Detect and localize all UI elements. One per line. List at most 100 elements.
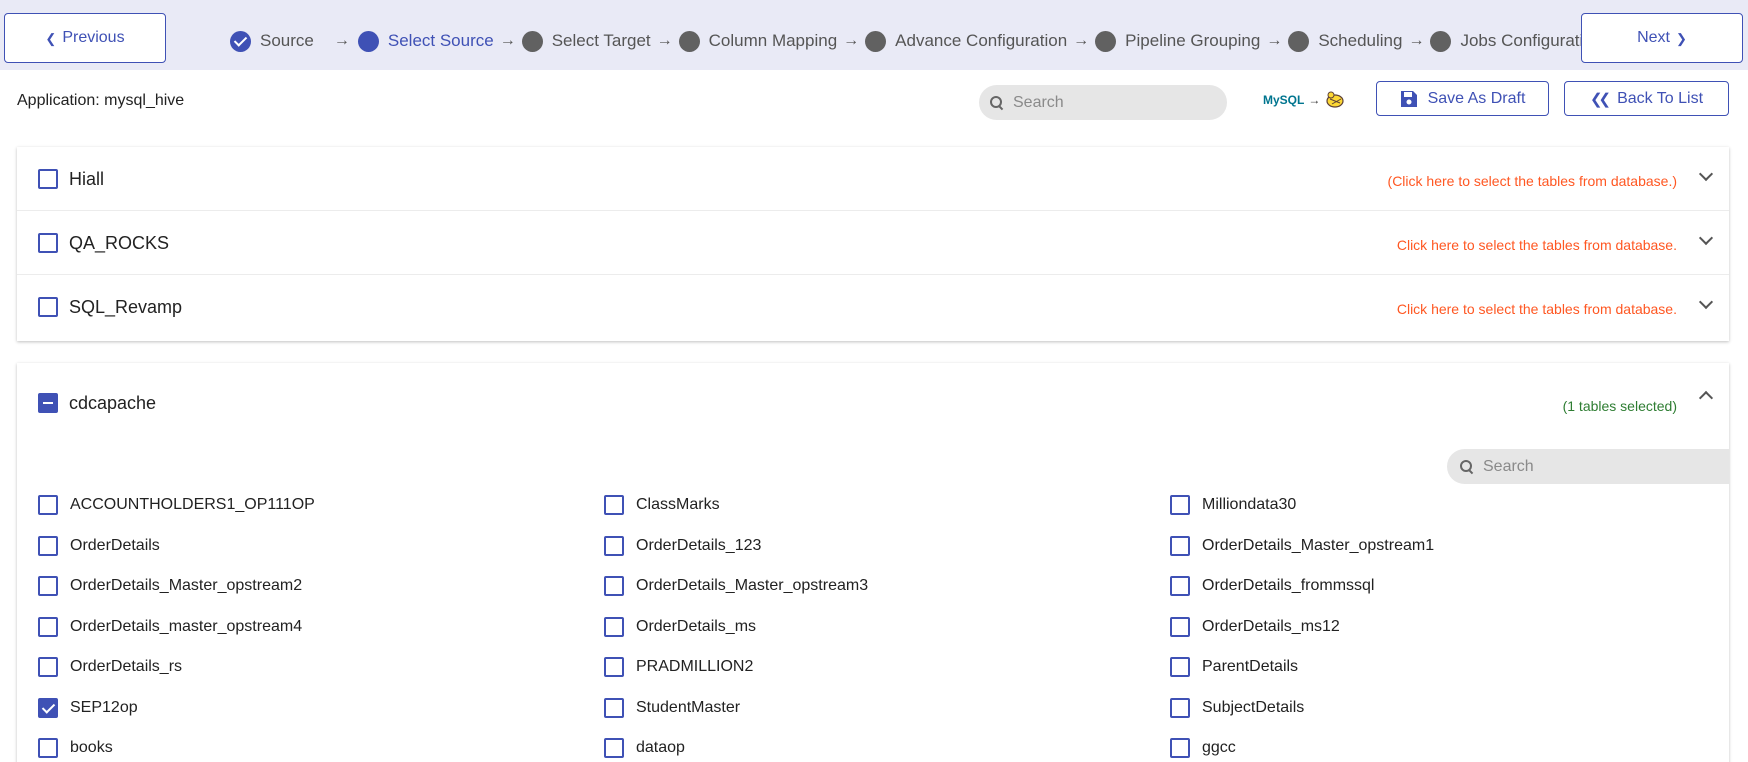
- select-tables-hint[interactable]: (Click here to select the tables from da…: [1388, 173, 1677, 189]
- table-name: PRADMILLION2: [636, 658, 754, 675]
- table-checkbox[interactable]: [1170, 576, 1190, 596]
- table-name: dataop: [636, 739, 685, 756]
- table-name: ACCOUNTHOLDERS1_OP111OP: [70, 496, 315, 513]
- search-icon: [1459, 459, 1475, 475]
- table-search-input[interactable]: [1483, 457, 1673, 476]
- double-chevron-left-icon: ❮❮: [1589, 90, 1611, 108]
- next-label: Next: [1637, 29, 1670, 46]
- step-label: Pipeline Grouping: [1125, 31, 1261, 50]
- previous-button[interactable]: ❮ Previous: [4, 13, 166, 63]
- database-panel-hiall[interactable]: Hiall (Click here to select the tables fr…: [17, 147, 1729, 211]
- select-tables-hint[interactable]: Click here to select the tables from dat…: [1397, 237, 1677, 253]
- step-label: Advance Configuration: [895, 31, 1068, 50]
- step-arrow-icon: →: [843, 32, 860, 49]
- step-dot-icon: [1095, 30, 1117, 52]
- step-select-target: Select Target: [521, 30, 651, 52]
- step-arrow-icon: →: [333, 32, 350, 49]
- table-checkbox[interactable]: [1170, 738, 1190, 758]
- save-as-draft-label: Save As Draft: [1427, 89, 1526, 107]
- save-icon: [1400, 90, 1417, 107]
- step-dot-icon: [1288, 30, 1310, 52]
- table-checkbox[interactable]: [1170, 698, 1190, 718]
- database-checkbox[interactable]: [38, 233, 58, 253]
- table-name: OrderDetails_Master_opstream2: [70, 577, 303, 594]
- select-tables-hint[interactable]: Click here to select the tables from dat…: [1397, 301, 1677, 317]
- database-checkbox[interactable]: [38, 393, 58, 413]
- step-arrow-icon: →: [1266, 32, 1283, 49]
- database-panel-group: Hiall (Click here to select the tables fr…: [17, 147, 1729, 341]
- table-checkbox[interactable]: [604, 738, 624, 758]
- table-checkbox[interactable]: [38, 698, 58, 718]
- table-checkbox[interactable]: [38, 495, 58, 515]
- table-checkbox[interactable]: [604, 536, 624, 556]
- step-jobs-configuration: Jobs Configuration: [1430, 30, 1602, 52]
- expanded-database-panel: cdcapache (1 tables selected) ACCOUNTHOL…: [17, 363, 1729, 762]
- step-dot-icon: [521, 30, 543, 52]
- chevron-up-icon[interactable]: [1698, 390, 1714, 406]
- step-label: Scheduling: [1318, 31, 1403, 50]
- table-checkbox[interactable]: [38, 536, 58, 556]
- table-name: SubjectDetails: [1202, 699, 1305, 716]
- previous-label: Previous: [62, 29, 125, 46]
- step-arrow-icon: →: [656, 32, 673, 49]
- database-checkbox[interactable]: [38, 169, 58, 189]
- application-label: Application: mysql_hive: [17, 92, 185, 109]
- step-select-source: Select Source: [357, 30, 494, 52]
- chevron-down-icon[interactable]: [1698, 230, 1714, 246]
- step-label: Column Mapping: [708, 31, 838, 50]
- step-label: Select Target: [551, 31, 651, 50]
- table-checkbox[interactable]: [604, 495, 624, 515]
- back-to-list-button[interactable]: ❮❮ Back To List: [1564, 81, 1729, 116]
- step-dot-icon: [1430, 30, 1452, 52]
- next-button[interactable]: Next ❯: [1581, 13, 1743, 63]
- chevron-down-icon[interactable]: [1698, 294, 1714, 310]
- step-dot-icon: [357, 30, 379, 52]
- save-as-draft-button[interactable]: Save As Draft: [1376, 81, 1549, 116]
- database-checkbox[interactable]: [38, 297, 58, 317]
- search-box[interactable]: [979, 85, 1227, 120]
- table-checkbox[interactable]: [604, 657, 624, 677]
- search-input[interactable]: [1013, 93, 1203, 112]
- table-checkbox[interactable]: [38, 576, 58, 596]
- stepper: Source → Select Source → Select Target → Colum…: [230, 28, 1602, 54]
- step-column-mapping: Column Mapping: [678, 30, 838, 52]
- mysql-logo: MySQL: [1263, 93, 1305, 107]
- table-name: books: [70, 739, 113, 756]
- table-name: OrderDetails: [70, 537, 160, 554]
- table-name: OrderDetails_Master_opstream3: [636, 577, 869, 594]
- database-name: SQL_Revamp: [69, 297, 183, 317]
- table-checkbox[interactable]: [38, 617, 58, 637]
- table-checkbox[interactable]: [1170, 617, 1190, 637]
- database-panel-sql_revamp[interactable]: SQL_Revamp Click here to select the table…: [17, 275, 1729, 340]
- table-name: OrderDetails_123: [636, 537, 762, 554]
- table-name: OrderDetails_Master_opstream1: [1202, 537, 1435, 554]
- table-checkbox[interactable]: [1170, 495, 1190, 515]
- table-checkbox[interactable]: [38, 657, 58, 677]
- table-name: Milliondata30: [1202, 496, 1297, 513]
- step-arrow-icon: →: [499, 32, 516, 49]
- table-checkbox[interactable]: [604, 576, 624, 596]
- back-to-list-label: Back To List: [1617, 89, 1704, 107]
- table-name: SEP12op: [70, 699, 138, 716]
- table-checkbox[interactable]: [1170, 657, 1190, 677]
- database-panel-qa_rocks[interactable]: QA_ROCKS Click here to select the tables …: [17, 211, 1729, 275]
- table-name: OrderDetails_ms: [636, 618, 757, 635]
- chevron-right-icon: ❯: [1676, 30, 1687, 46]
- expanded-panel-header[interactable]: cdcapache (1 tables selected): [17, 363, 1729, 439]
- table-checkbox[interactable]: [604, 698, 624, 718]
- table-name: ParentDetails: [1202, 658, 1299, 675]
- table-checkbox[interactable]: [604, 617, 624, 637]
- chevron-down-icon[interactable]: [1698, 166, 1714, 182]
- wizard-bar: ❮ Previous Source → Select Source → Select T…: [0, 0, 1748, 70]
- table-name: OrderDetails_ms12: [1202, 618, 1340, 635]
- step-label: Select Source: [387, 31, 494, 50]
- selected-count-hint: (1 tables selected): [1562, 398, 1677, 414]
- database-name: cdcapache: [69, 393, 157, 413]
- source-target-logos: MySQL →: [1263, 85, 1353, 115]
- step-source: Source: [230, 30, 314, 52]
- table-checkbox[interactable]: [1170, 536, 1190, 556]
- table-checkbox[interactable]: [38, 738, 58, 758]
- table-name: OrderDetails_rs: [70, 658, 183, 675]
- table-search-box[interactable]: [1447, 449, 1729, 484]
- table-name: OrderDetails_frommssql: [1202, 577, 1375, 594]
